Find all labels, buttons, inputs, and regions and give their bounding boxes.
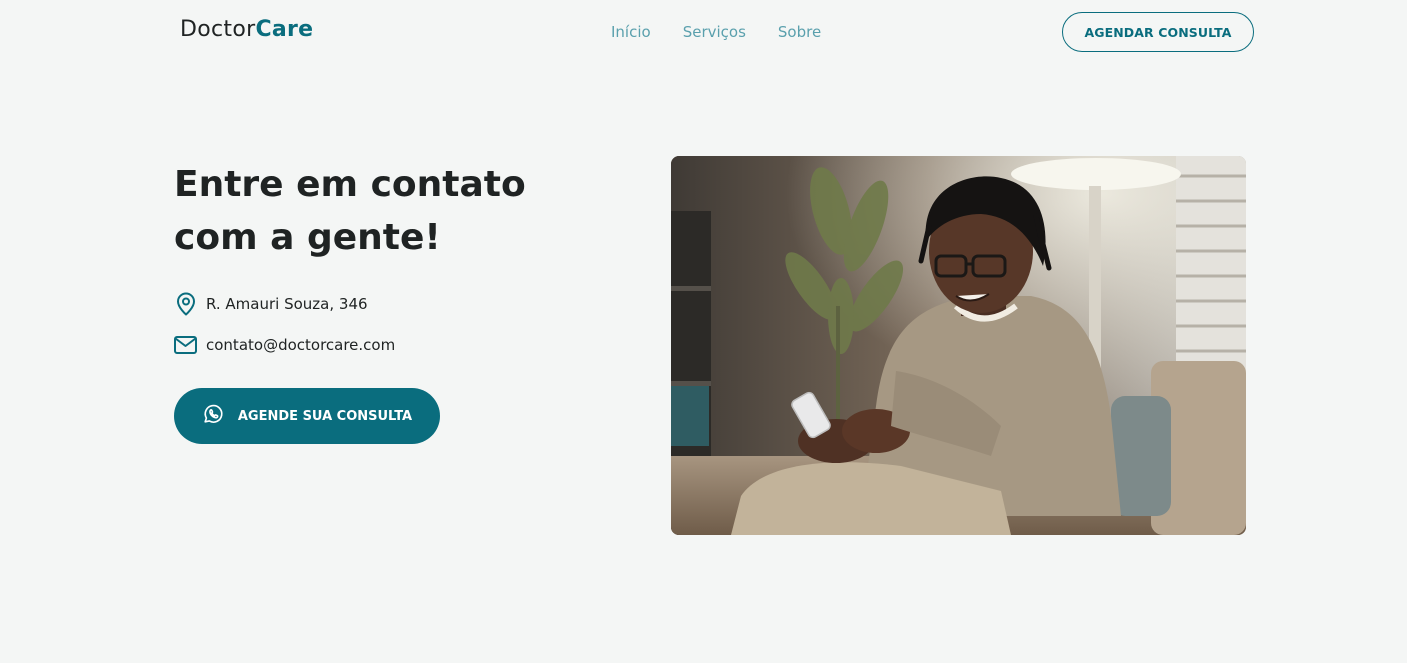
header: DoctorCare Início Serviços Sobre AGENDAR…: [0, 0, 1407, 64]
whatsapp-schedule-button[interactable]: AGENDE SUA CONSULTA: [174, 388, 440, 444]
address-text: R. Amauri Souza, 346: [206, 295, 368, 313]
logo-text-care: Care: [255, 17, 314, 42]
page-title-line-1: Entre em contato: [174, 164, 526, 205]
email-row: contato@doctorcare.com: [174, 333, 395, 357]
page-title-line-2: com a gente!: [174, 217, 441, 258]
whatsapp-button-label: AGENDE SUA CONSULTA: [237, 408, 413, 424]
nav-link-sobre[interactable]: Sobre: [778, 23, 821, 41]
location-pin-icon: [174, 292, 197, 316]
whatsapp-icon: [202, 403, 224, 429]
email-text[interactable]: contato@doctorcare.com: [206, 336, 395, 354]
schedule-appointment-button[interactable]: AGENDAR CONSULTA: [1062, 12, 1254, 52]
logo-text-doctor: Doctor: [180, 17, 256, 42]
logo[interactable]: DoctorCare: [180, 17, 313, 42]
mail-icon: [174, 333, 197, 357]
address-row: R. Amauri Souza, 346: [174, 292, 368, 316]
nav-link-servicos[interactable]: Serviços: [683, 23, 746, 41]
page: DoctorCare Início Serviços Sobre AGENDAR…: [0, 0, 1407, 663]
contact-photo: [671, 156, 1246, 535]
main-nav: Início Serviços Sobre: [611, 23, 821, 41]
nav-link-inicio[interactable]: Início: [611, 23, 651, 41]
page-title: Entre em contato com a gente!: [174, 158, 574, 264]
